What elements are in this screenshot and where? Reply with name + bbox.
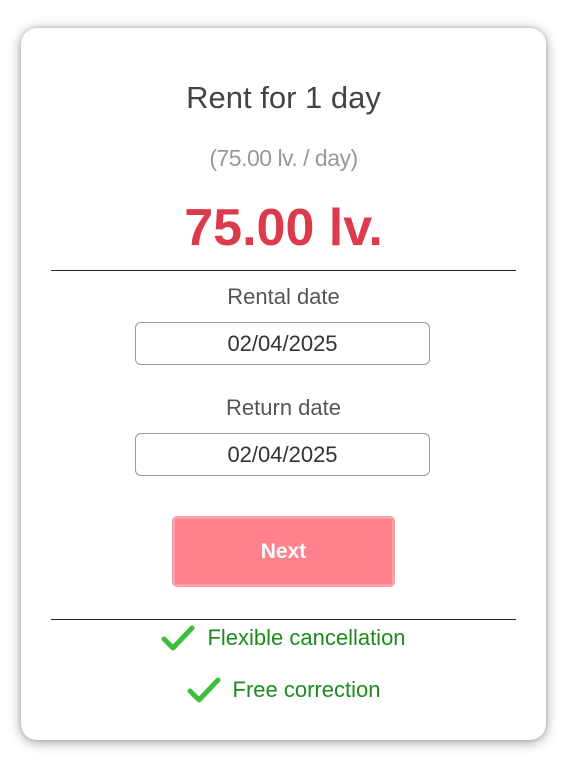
feature-free-correction: Free correction — [21, 676, 546, 704]
divider-bottom — [51, 619, 516, 620]
check-icon — [161, 624, 195, 652]
return-date-input[interactable] — [135, 433, 430, 476]
feature-flexible-cancellation: Flexible cancellation — [21, 624, 546, 652]
feature-label: Flexible cancellation — [207, 625, 406, 650]
rental-title: Rent for 1 day — [186, 80, 381, 115]
feature-label: Free correction — [232, 677, 381, 702]
check-icon — [187, 676, 221, 704]
rental-date-input[interactable] — [135, 322, 430, 365]
return-date-label: Return date — [226, 395, 341, 420]
divider-top — [51, 270, 516, 271]
per-day-price: (75.00 lv. / day) — [209, 145, 358, 171]
next-button[interactable]: Next — [172, 516, 395, 587]
total-price: 75.00 lv. — [184, 199, 383, 257]
rental-summary-card: Rent for 1 day (75.00 lv. / day) 75.00 l… — [21, 28, 546, 740]
rental-date-label: Rental date — [227, 284, 340, 309]
